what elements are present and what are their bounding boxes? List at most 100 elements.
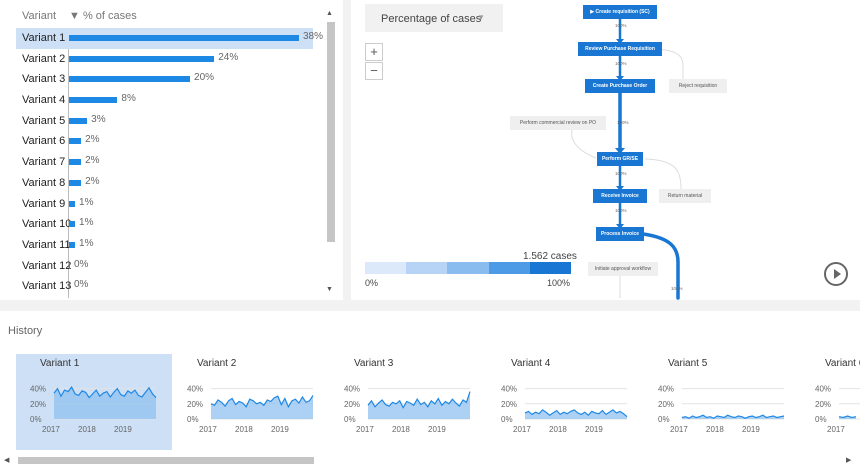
variant-row[interactable]: Variant 5 3% (16, 111, 313, 132)
variant-name: Variant 9 (22, 197, 66, 210)
metric-dropdown[interactable]: Percentage of cases ▼ (365, 4, 503, 32)
variant-pct: 2% (85, 155, 100, 167)
variant-pct: 1% (79, 196, 94, 208)
node-commercial-review[interactable]: Perform commercial review on PO (510, 116, 606, 130)
legend-swatch (365, 262, 407, 274)
node-review-purchase-requisition[interactable]: Review Purchase Requisition (578, 42, 662, 56)
variant-pct: 1% (79, 237, 94, 249)
variant-row[interactable]: Variant 13 0% (16, 276, 313, 297)
history-scrollbar[interactable]: ◀ ▶ (0, 454, 860, 466)
play-circle-icon[interactable] (824, 262, 848, 286)
edge-label: 100% (615, 208, 627, 213)
history-sparkline: 40%20%0%201720182019 (30, 385, 157, 434)
legend-swatch (529, 262, 572, 274)
x-tick-label: 2017 (827, 425, 845, 434)
scrollbar-thumb[interactable] (18, 457, 314, 464)
edge-label: 100% (671, 286, 683, 291)
variant-row[interactable]: Variant 8 2% (16, 173, 313, 194)
node-create-purchase-order[interactable]: Create Purchase Order (585, 79, 655, 93)
scrollbar-thumb[interactable] (327, 22, 335, 242)
sparkline-area (211, 395, 313, 419)
variant-bar (69, 283, 70, 290)
y-tick-label: 40% (30, 385, 46, 394)
history-card[interactable]: Variant 1 40% 20% 0% 2017 2018 2019 (16, 354, 172, 450)
x-tick-label: 2018 (392, 425, 410, 434)
x-tick-label: 2019 (742, 425, 760, 434)
y-tick-label: 20% (187, 400, 203, 409)
history-card[interactable]: Variant 4 40% 20% 0% 2017 2018 2019 (487, 354, 643, 450)
variant-list-header: Variant ▼ % of cases (0, 0, 320, 28)
history-card[interactable]: Variant 3 40% 20% 0% 2017 2018 2019 (330, 354, 486, 450)
x-tick-label: 2019 (114, 425, 132, 434)
variant-rows: Variant 1 38% Variant 2 24% Variant 3 20% Vari… (16, 28, 323, 297)
variant-row[interactable]: Variant 10 1% (16, 214, 313, 235)
edge-label: 100% (615, 61, 627, 66)
y-tick-label: 40% (501, 385, 517, 394)
legend-cases-label: 1.562 cases (523, 251, 577, 262)
variant-pct: 2% (85, 134, 100, 146)
history-card[interactable]: Variant 5 40% 20% 0% 2017 2018 2019 (644, 354, 800, 450)
variant-name: Variant 2 (22, 52, 66, 65)
node-return-material[interactable]: Return material (659, 189, 711, 203)
node-create-requisition[interactable]: ▶ Create requisition (SC) (583, 5, 657, 19)
scroll-up-icon[interactable]: ▲ (326, 10, 333, 17)
variant-row[interactable]: Variant 9 1% (16, 194, 313, 215)
node-receive-invoice[interactable]: Receive Invoice (593, 189, 647, 203)
play-icon (834, 269, 841, 279)
variant-row[interactable]: Variant 1 38% (16, 28, 323, 49)
y-tick-label: 20% (30, 400, 46, 409)
variant-list-panel: Variant ▼ % of cases Variant 1 38% Variant… (0, 0, 343, 300)
variant-pct: 1% (79, 217, 94, 229)
y-tick-label: 0% (501, 415, 513, 424)
x-tick-label: 2018 (706, 425, 724, 434)
variant-row[interactable]: Variant 6 2% (16, 131, 313, 152)
edge-label: 100% (615, 23, 627, 28)
variant-row[interactable]: Variant 2 24% (16, 49, 313, 70)
variant-row[interactable]: Variant 12 0% (16, 256, 313, 277)
variant-row[interactable]: Variant 11 1% (16, 235, 313, 256)
y-tick-label: 0% (344, 415, 356, 424)
scroll-left-icon[interactable]: ◀ (4, 456, 9, 464)
y-tick-label: 20% (658, 400, 674, 409)
x-tick-label: 2019 (271, 425, 289, 434)
variant-name: Variant 13 (22, 280, 72, 293)
variant-name: Variant 4 (22, 94, 66, 107)
y-tick-label: 20% (344, 400, 360, 409)
variant-row[interactable]: Variant 4 8% (16, 90, 313, 111)
zoom-in-button[interactable]: + (365, 43, 383, 61)
variant-bar (69, 76, 191, 83)
scroll-down-icon[interactable]: ▼ (326, 286, 333, 293)
zoom-out-button[interactable]: − (365, 62, 383, 80)
history-card[interactable]: Variant 640%20%0%201720182019 (801, 354, 860, 450)
history-card[interactable]: Variant 2 40% 20% 0% 2017 2018 2019 (173, 354, 329, 450)
variant-bar (69, 200, 76, 207)
history-panel: History Variant 1 40% 20% 0% 2017 2018 2019 Var… (0, 311, 860, 470)
scroll-right-icon[interactable]: ▶ (846, 456, 851, 464)
variant-bar (69, 35, 299, 41)
y-tick-label: 20% (501, 400, 517, 409)
node-perform-grse[interactable]: Perform GR/SE (597, 152, 643, 166)
variant-row[interactable]: Variant 3 20% (16, 69, 313, 90)
variant-column-header[interactable]: Variant (22, 10, 56, 22)
x-tick-label: 2017 (199, 425, 217, 434)
variant-row[interactable]: Variant 7 2% (16, 152, 313, 173)
node-process-invoice[interactable]: Process Invoice (596, 227, 644, 241)
variant-name: Variant 1 (22, 32, 66, 44)
history-sparkline: 40%20%0%201720182019 (815, 385, 860, 434)
variant-list-scrollbar[interactable]: ▲ ▼ (325, 8, 337, 296)
sparkline-area (368, 391, 470, 419)
y-tick-label: 20% (815, 400, 831, 409)
x-tick-label: 2019 (585, 425, 603, 434)
history-sparkline: 40%20%0%201720182019 (344, 385, 471, 434)
variant-pct: 8% (121, 93, 136, 105)
variant-name: Variant 6 (22, 135, 66, 148)
x-tick-label: 2017 (670, 425, 688, 434)
variant-bar (69, 262, 70, 269)
node-initiate-approval-workflow[interactable]: Initiate approval workflow (588, 262, 658, 276)
variant-pct: 2% (85, 175, 100, 187)
x-tick-label: 2017 (356, 425, 374, 434)
node-reject-requisition[interactable]: Reject requisition (669, 79, 727, 93)
pct-column-header[interactable]: ▼ % of cases (69, 10, 137, 22)
variant-bar (69, 55, 215, 62)
variant-bar (69, 241, 76, 248)
